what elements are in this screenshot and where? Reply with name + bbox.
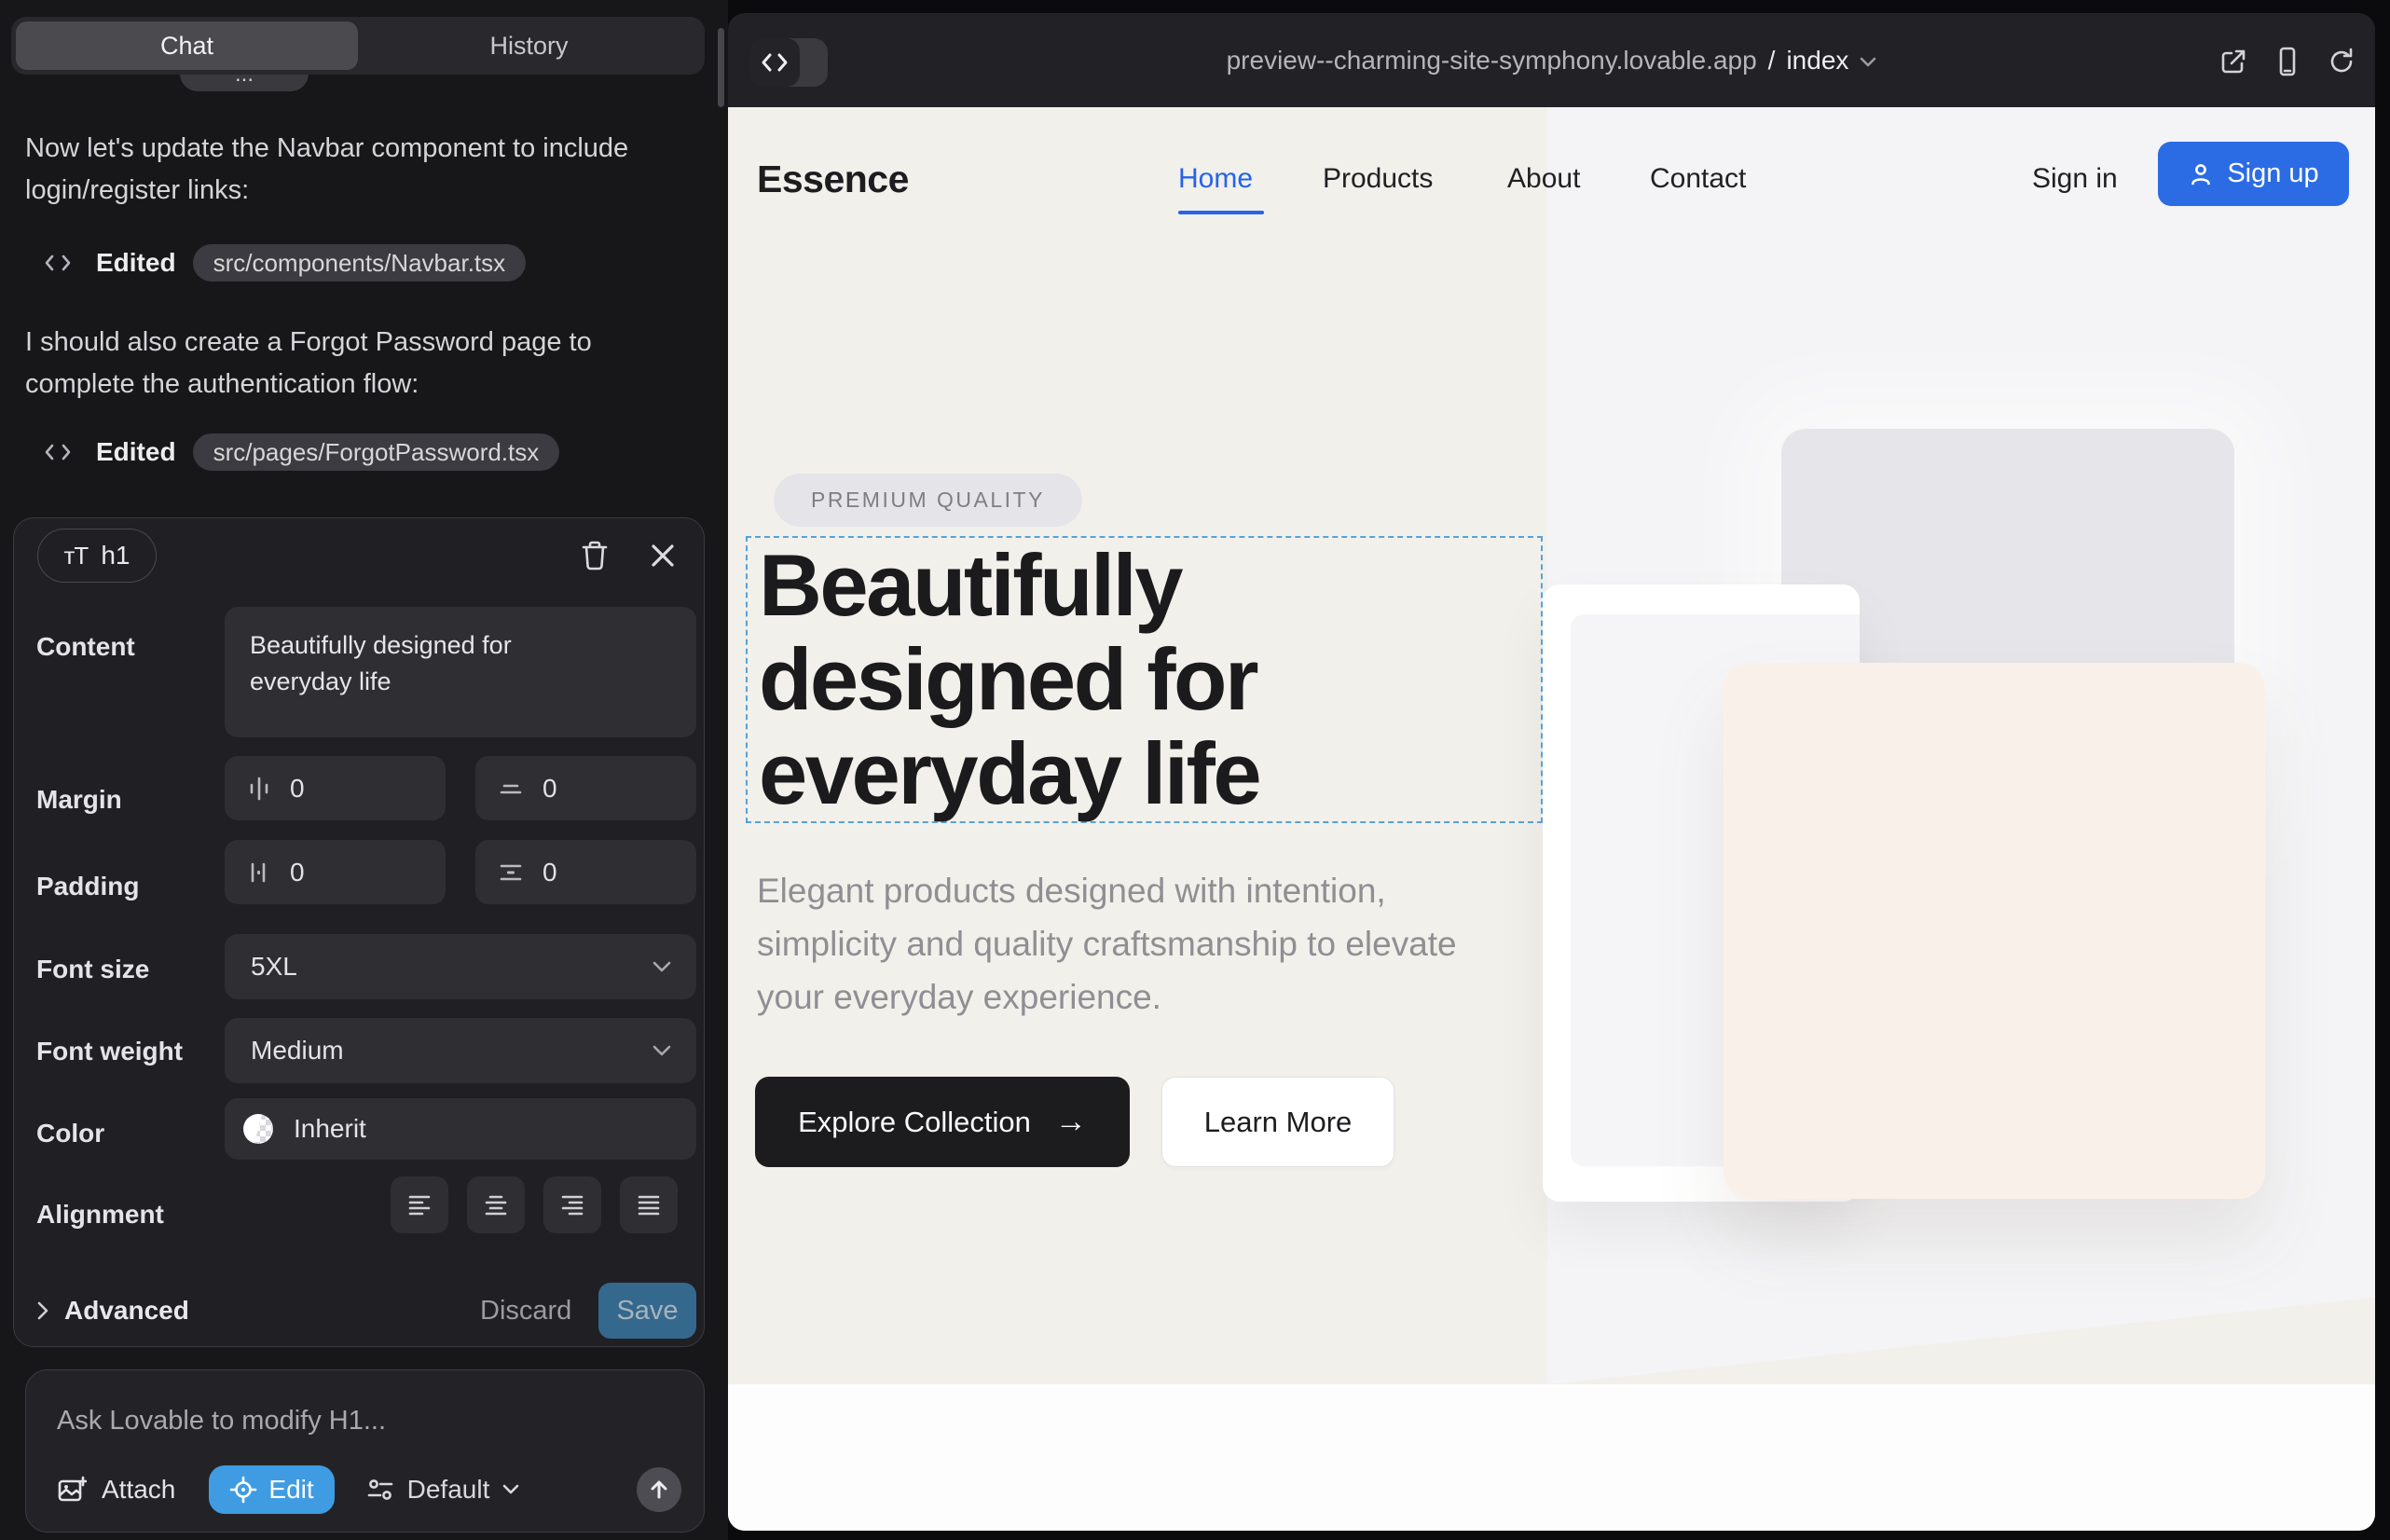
content-input[interactable]: Beautifully designed for everyday life <box>225 607 696 737</box>
open-external-icon[interactable] <box>2218 46 2249 77</box>
chevron-down-icon <box>652 960 672 973</box>
code-icon <box>44 442 72 462</box>
prompt-input-box[interactable]: Ask Lovable to modify H1... Attach <box>25 1369 705 1533</box>
next-section-band <box>728 1384 2375 1531</box>
site-viewport: Essence Home Products About Contact Sign… <box>728 107 2375 1531</box>
align-justify-button[interactable] <box>620 1176 678 1233</box>
color-swatch <box>243 1114 273 1144</box>
save-button[interactable]: Save <box>598 1283 696 1339</box>
prompt-placeholder: Ask Lovable to modify H1... <box>57 1406 386 1437</box>
file-pill[interactable]: src/pages/ForgotPassword.tsx <box>193 433 560 471</box>
url-bar[interactable]: preview--charming-site-symphony.lovable.… <box>728 13 2375 107</box>
attach-image-icon <box>57 1475 87 1505</box>
chevron-down-icon <box>1860 57 1876 68</box>
hero-headline: Beautifully designed for everyday life <box>759 538 1532 820</box>
edited-file-row: Edited src/components/Navbar.tsx <box>44 244 526 282</box>
url-separator: / <box>1768 46 1776 76</box>
margin-vertical-icon <box>498 777 524 801</box>
align-left-button[interactable] <box>391 1176 448 1233</box>
chevron-down-icon <box>652 1044 672 1057</box>
attach-button[interactable]: Attach <box>57 1475 175 1505</box>
sliders-icon <box>366 1477 394 1503</box>
nav-link-home[interactable]: Home <box>1178 163 1253 195</box>
element-tag-label: h1 <box>101 541 130 571</box>
background-wedge <box>1547 1296 2375 1384</box>
element-editor-panel: тT h1 Content Beautifully designed for e… <box>13 517 705 1347</box>
user-icon <box>2188 161 2214 187</box>
edit-mode-button[interactable]: Edit <box>209 1465 334 1514</box>
mobile-view-icon[interactable] <box>2272 46 2303 77</box>
edited-label: Edited <box>96 437 176 467</box>
close-icon[interactable] <box>646 539 680 572</box>
sign-in-link[interactable]: Sign in <box>2032 163 2118 195</box>
assistant-message: I should also create a Forgot Password p… <box>25 322 682 406</box>
chevron-right-icon <box>36 1300 49 1321</box>
align-center-button[interactable] <box>467 1176 525 1233</box>
align-right-button[interactable] <box>543 1176 601 1233</box>
site-logo[interactable]: Essence <box>757 158 909 201</box>
target-icon <box>229 1476 257 1504</box>
delete-element-button[interactable] <box>578 539 611 572</box>
margin-label: Margin <box>36 785 122 815</box>
discard-button[interactable]: Discard <box>480 1283 571 1339</box>
color-label: Color <box>36 1119 104 1148</box>
padding-x-input[interactable]: 0 <box>225 840 446 904</box>
edited-label: Edited <box>96 248 176 278</box>
explore-collection-button[interactable]: Explore Collection → <box>755 1077 1130 1167</box>
content-label: Content <box>36 632 135 662</box>
url-domain: preview--charming-site-symphony.lovable.… <box>1227 46 1757 76</box>
active-nav-underline <box>1178 211 1264 214</box>
hero-badge: PREMIUM QUALITY <box>774 474 1082 527</box>
alignment-group <box>391 1176 678 1233</box>
tab-history[interactable]: History <box>358 21 700 70</box>
font-weight-label: Font weight <box>36 1037 183 1066</box>
learn-more-button[interactable]: Learn More <box>1161 1077 1394 1167</box>
font-weight-select[interactable]: Medium <box>225 1018 696 1083</box>
url-page: index <box>1786 46 1848 76</box>
color-select[interactable]: Inherit <box>225 1098 696 1160</box>
site-navbar: Essence Home Products About Contact Sign… <box>728 107 2375 247</box>
arrow-right-icon: → <box>1055 1104 1087 1140</box>
chat-scrollbar[interactable] <box>718 28 724 107</box>
margin-horizontal-icon <box>247 776 271 802</box>
sign-up-button[interactable]: Sign up <box>2158 142 2349 206</box>
padding-label: Padding <box>36 872 139 901</box>
selected-element-outline[interactable]: Beautifully designed for everyday life <box>746 536 1543 823</box>
nav-link-about[interactable]: About <box>1507 163 1580 195</box>
file-pill[interactable]: src/components/Navbar.tsx <box>193 244 527 282</box>
padding-vertical-icon <box>498 860 524 885</box>
decor-card-beige <box>1724 663 2265 1199</box>
font-size-select[interactable]: 5XL <box>225 934 696 999</box>
padding-horizontal-icon <box>247 859 271 886</box>
preview-area: preview--charming-site-symphony.lovable.… <box>728 0 2390 1540</box>
padding-y-input[interactable]: 0 <box>475 840 696 904</box>
margin-x-input[interactable]: 0 <box>225 756 446 820</box>
nav-link-contact[interactable]: Contact <box>1650 163 1746 195</box>
edited-file-row: Edited src/pages/ForgotPassword.tsx <box>44 433 559 471</box>
chat-panel: ... Chat History Now let's update the Na… <box>0 0 728 1540</box>
chevron-down-icon <box>502 1484 519 1495</box>
nav-link-products[interactable]: Products <box>1323 163 1433 195</box>
margin-y-input[interactable]: 0 <box>475 756 696 820</box>
advanced-toggle[interactable]: Advanced <box>36 1283 189 1339</box>
mode-select[interactable]: Default <box>366 1475 520 1505</box>
prompt-toolbar: Attach Edit <box>57 1464 681 1516</box>
chat-history-tabs: Chat History <box>11 17 705 75</box>
typography-icon: тT <box>64 542 89 571</box>
browser-topbar: preview--charming-site-symphony.lovable.… <box>728 13 2375 107</box>
hero-description: Elegant products designed with intention… <box>757 864 1517 1024</box>
browser-chrome: preview--charming-site-symphony.lovable.… <box>728 13 2375 1531</box>
assistant-message: Now let's update the Navbar component to… <box>25 128 682 212</box>
font-size-label: Font size <box>36 955 149 984</box>
send-button[interactable] <box>637 1467 681 1512</box>
refresh-icon[interactable] <box>2326 46 2357 77</box>
alignment-label: Alignment <box>36 1200 164 1230</box>
selected-element-tag: тT h1 <box>37 529 157 583</box>
tab-chat[interactable]: Chat <box>16 21 358 70</box>
code-icon <box>44 253 72 273</box>
